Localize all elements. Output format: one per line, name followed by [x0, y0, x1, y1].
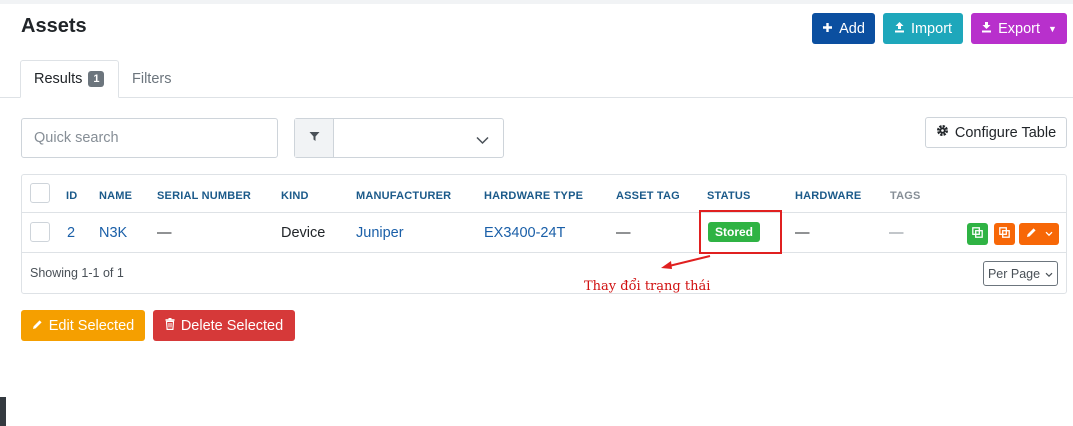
cell-manufacturer[interactable]: Juniper [356, 225, 404, 241]
clone-icon [972, 227, 983, 241]
edit-selected-label: Edit Selected [48, 317, 135, 334]
column-header-name[interactable]: NAME [99, 190, 132, 202]
column-header-manufacturer[interactable]: MANUFACTURER [356, 190, 451, 202]
column-header-status[interactable]: STATUS [707, 190, 751, 202]
cell-kind: Device [281, 225, 326, 241]
chevron-down-icon [476, 132, 489, 150]
caret-down-icon [1045, 228, 1053, 240]
column-header-asset-tag[interactable]: ASSET TAG [616, 190, 680, 202]
tab-filters[interactable]: Filters [132, 60, 171, 98]
add-button-label: Add [839, 20, 865, 37]
cell-hardware-type[interactable]: EX3400-24T [484, 225, 565, 241]
pencil-icon [1026, 227, 1037, 241]
column-header-id[interactable]: ID [66, 190, 77, 202]
edit-row-dropdown[interactable] [1019, 223, 1059, 245]
column-header-kind[interactable]: KIND [281, 190, 309, 202]
row-select-checkbox[interactable] [30, 222, 50, 242]
pagination-summary: Showing 1-1 of 1 [30, 266, 124, 280]
delete-selected-label: Delete Selected [180, 317, 284, 334]
per-page-label: Per Page [987, 266, 1041, 281]
cell-asset-tag: — [616, 225, 631, 241]
per-page-select[interactable]: Per Page [983, 261, 1058, 286]
import-button-label: Import [910, 20, 953, 37]
results-count-badge: 1 [88, 71, 105, 87]
filter-icon [309, 129, 320, 147]
table-row: 2 N3K — Device Juniper EX3400-24T — Stor… [22, 213, 1066, 253]
annotation-arrow [660, 254, 712, 275]
chevron-down-icon [1045, 267, 1053, 281]
filter-select[interactable] [334, 119, 503, 157]
search-placeholder: Quick search [34, 130, 119, 146]
annotation-highlight-box [699, 210, 782, 254]
delete-selected-button[interactable]: Delete Selected [153, 310, 295, 341]
cell-serial-number: — [157, 225, 172, 241]
page-title: Assets [21, 15, 87, 37]
upload-icon [894, 21, 905, 37]
cell-id[interactable]: 2 [67, 225, 75, 241]
column-header-tags[interactable]: TAGS [890, 190, 921, 202]
tab-results-label: Results [34, 71, 83, 87]
tab-bar: Results 1 Filters [0, 60, 1073, 98]
table-header: ID NAME SERIAL NUMBER KIND MANUFACTURER … [22, 175, 1066, 213]
edit-selected-button[interactable]: Edit Selected [21, 310, 145, 341]
copy-button[interactable] [994, 223, 1015, 245]
annotation-text: Thay đổi trạng thái [584, 279, 711, 294]
gear-icon [936, 124, 949, 141]
clone-button[interactable] [967, 223, 988, 245]
cell-name[interactable]: N3K [99, 225, 127, 241]
download-icon [981, 21, 992, 37]
import-button[interactable]: Import [883, 13, 963, 44]
search-input[interactable]: Quick search [21, 118, 278, 158]
column-header-hardware-type[interactable]: HARDWARE TYPE [484, 190, 583, 202]
configure-table-label: Configure Table [954, 124, 1057, 141]
add-button[interactable]: Add [812, 13, 875, 44]
assets-table: ID NAME SERIAL NUMBER KIND MANUFACTURER … [21, 174, 1067, 294]
configure-table-button[interactable]: Configure Table [925, 117, 1067, 148]
column-header-serial-number[interactable]: SERIAL NUMBER [157, 190, 251, 202]
copy-icon [999, 227, 1010, 241]
cell-tags: — [889, 225, 904, 241]
export-button[interactable]: Export ▼ [971, 13, 1067, 44]
plus-icon [822, 21, 833, 37]
sidebar-edge [0, 397, 6, 426]
trash-icon [165, 317, 175, 334]
tab-results[interactable]: Results 1 [20, 60, 119, 98]
caret-down-icon: ▼ [1048, 23, 1057, 34]
export-button-label: Export [998, 20, 1040, 37]
column-header-hardware[interactable]: HARDWARE [795, 190, 861, 202]
cell-hardware: — [795, 225, 810, 241]
top-border [0, 0, 1073, 4]
select-all-checkbox[interactable] [30, 183, 50, 203]
pencil-icon [32, 318, 43, 334]
tab-filters-label: Filters [132, 71, 172, 87]
filter-button[interactable] [295, 119, 334, 157]
filter-select-group [294, 118, 504, 158]
